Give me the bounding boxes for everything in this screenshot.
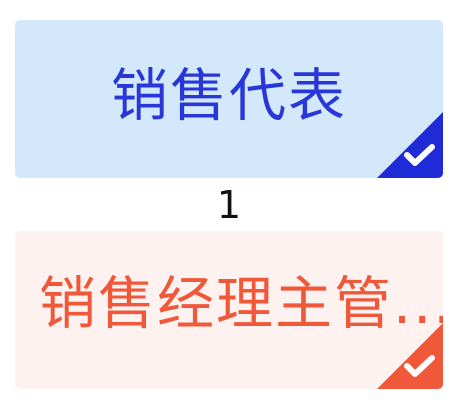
checkmark-icon bbox=[377, 112, 443, 178]
selected-check-badge bbox=[377, 323, 443, 389]
option-label: 销售代表 bbox=[111, 62, 347, 129]
selected-check-badge bbox=[377, 112, 443, 178]
option-card-sales-rep[interactable]: 销售代表 bbox=[15, 20, 443, 178]
option-card-sales-manager[interactable]: 销售经理主管... bbox=[15, 231, 443, 389]
checkmark-icon bbox=[377, 323, 443, 389]
option-selector: 销售代表 1 销售经理主管... bbox=[0, 0, 467, 403]
selection-count: 1 bbox=[216, 183, 242, 227]
